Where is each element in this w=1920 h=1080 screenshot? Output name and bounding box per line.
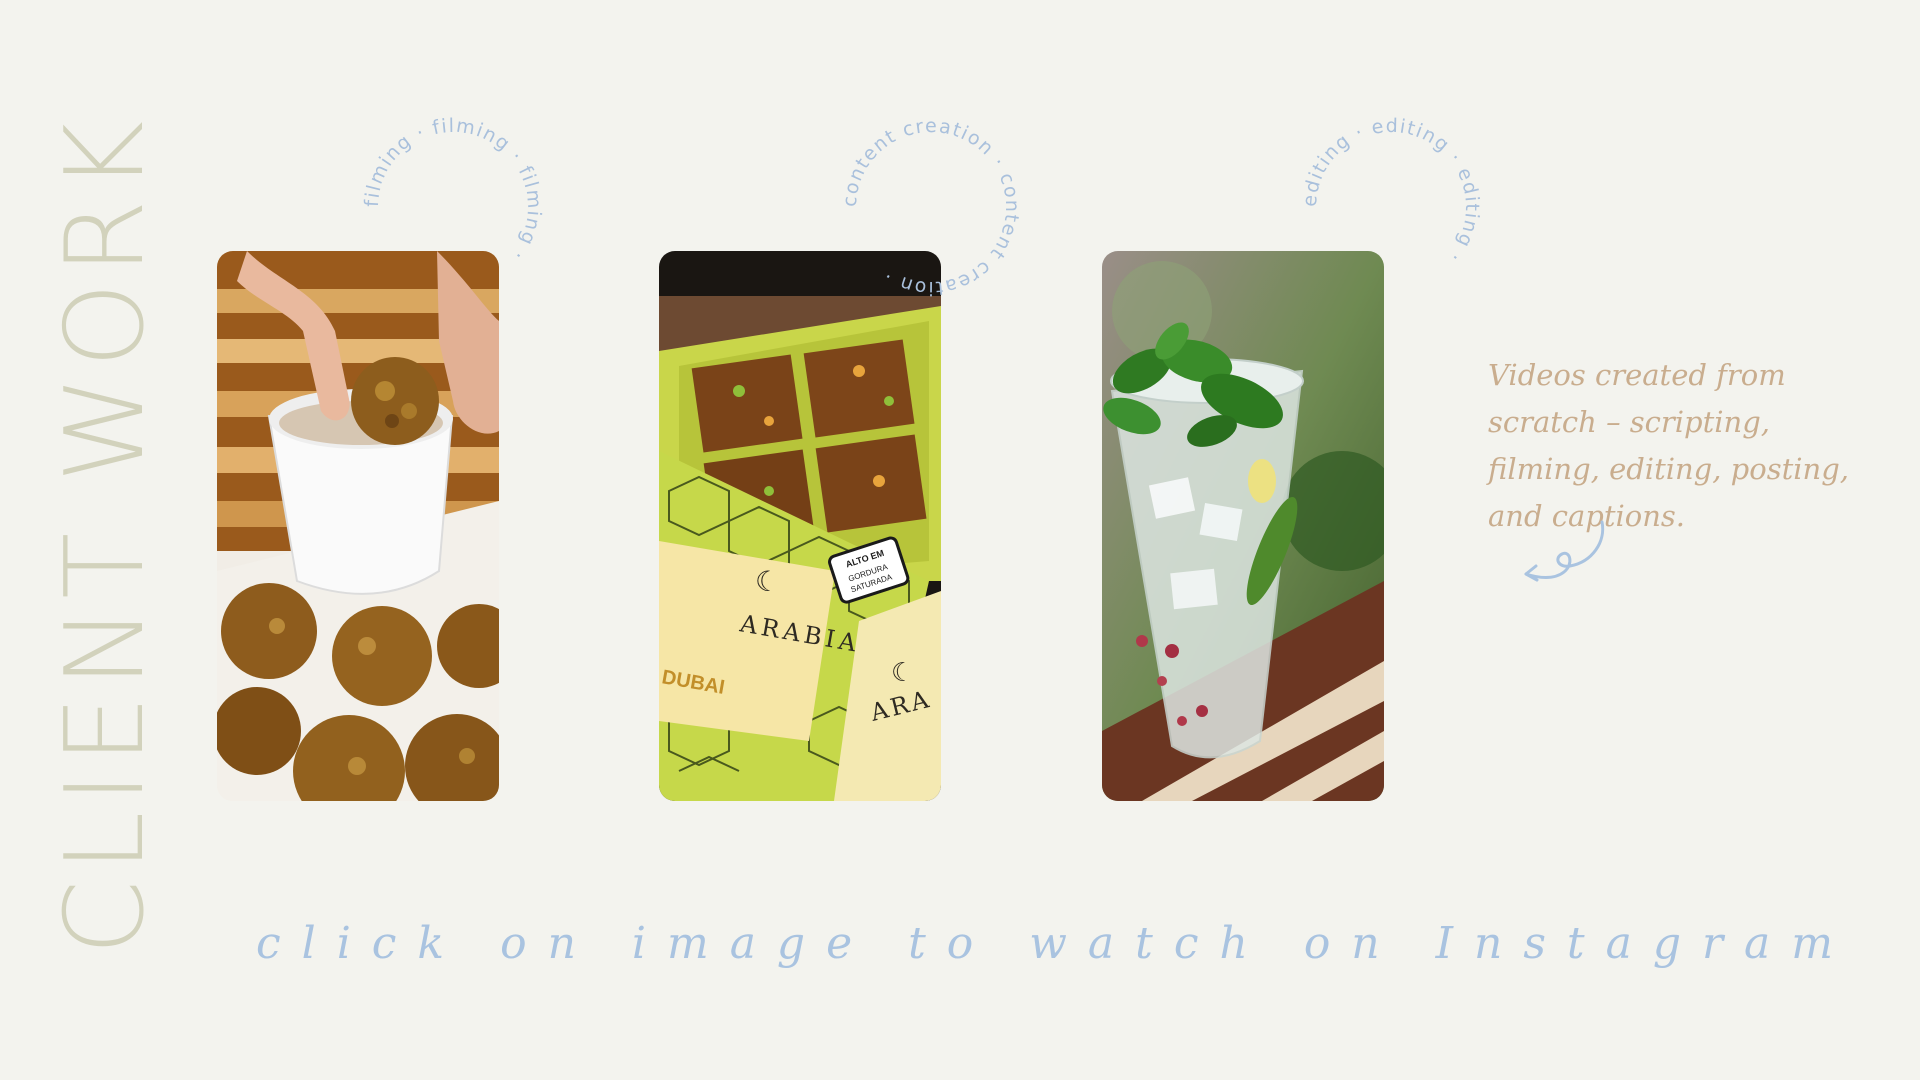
client-video-card-falafel[interactable] bbox=[217, 251, 499, 801]
client-video-card-mojito[interactable] bbox=[1102, 251, 1384, 801]
arabia-chocolate-box-photo: ARABIA ☾ DUBAI ALTO EM GORDURA SATURADA … bbox=[659, 251, 941, 801]
svg-text:☾: ☾ bbox=[755, 565, 780, 598]
curly-arrow-icon bbox=[1524, 520, 1605, 582]
svg-text:editing · editing · editing ·: editing · editing · editing · bbox=[1299, 115, 1483, 268]
page-title: CLIENT WORK bbox=[43, 64, 168, 1004]
svg-text:☾: ☾ bbox=[891, 658, 914, 688]
instagram-cta-link[interactable]: click on image to watch on Instagram bbox=[256, 918, 1854, 969]
mint-mojito-glass-photo bbox=[1102, 251, 1384, 801]
page-title-text: CLIENT WORK bbox=[43, 112, 169, 956]
client-video-card-chocolate[interactable]: ARABIA ☾ DUBAI ALTO EM GORDURA SATURADA … bbox=[659, 251, 941, 801]
falafel-dipping-sauce-photo bbox=[217, 251, 499, 801]
services-description: Videos created from scratch – scripting,… bbox=[1488, 358, 1849, 533]
svg-text:filming · filming · filming ·: filming · filming · filming · bbox=[361, 115, 546, 266]
